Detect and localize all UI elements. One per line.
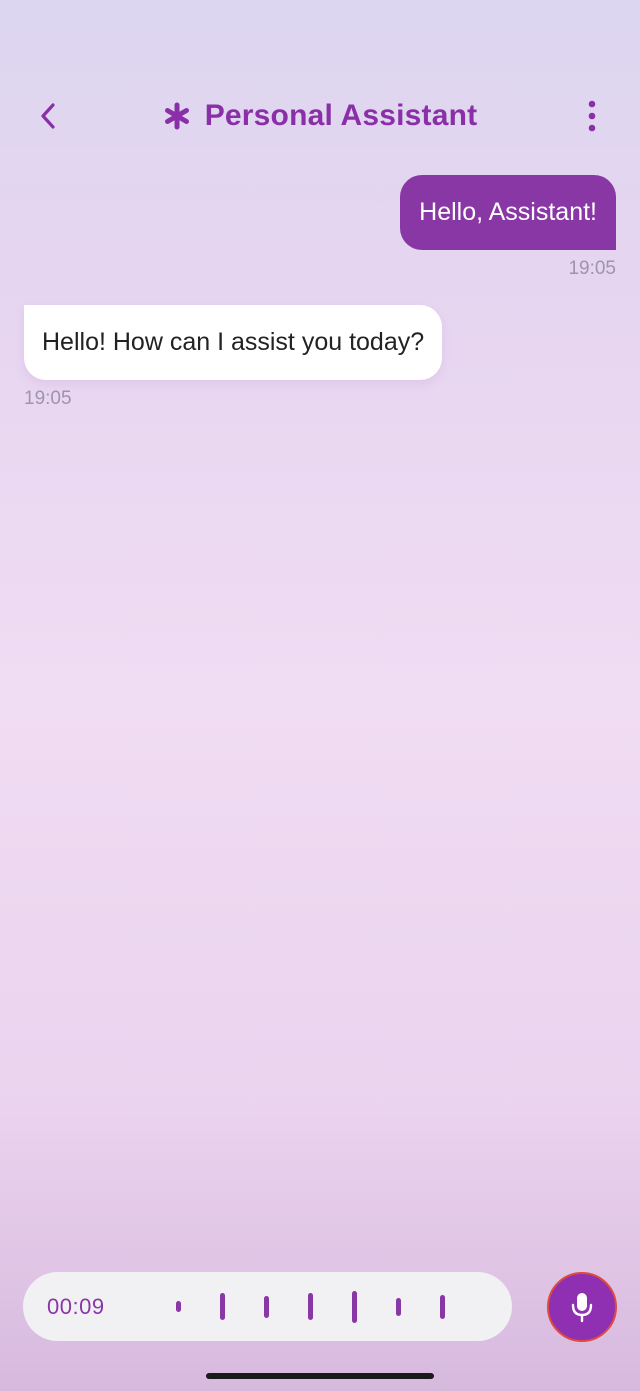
waveform-bar (396, 1297, 401, 1316)
asterisk-icon (163, 102, 191, 130)
home-indicator (206, 1373, 434, 1379)
microphone-button[interactable] (547, 1272, 617, 1342)
assistant-message-bubble: Hello! How can I assist you today? (24, 305, 443, 380)
header-title-group: Personal Assistant (0, 80, 640, 152)
more-options-button[interactable] (572, 96, 612, 136)
page-title: Personal Assistant (204, 99, 478, 132)
waveform-bar (176, 1301, 181, 1312)
more-vertical-icon (588, 100, 596, 132)
message-timestamp: 19:05 (568, 258, 616, 279)
voice-recording-bar: 00:09 (23, 1272, 512, 1341)
message-timestamp: 19:05 (24, 388, 72, 409)
waveform-bar (440, 1294, 445, 1319)
chat-header: Personal Assistant (0, 80, 640, 152)
waveform-bar (264, 1295, 269, 1318)
waveform-bar (220, 1293, 225, 1320)
recording-timer: 00:09 (47, 1294, 105, 1319)
waveform-bar (352, 1290, 357, 1323)
microphone-icon (571, 1293, 593, 1323)
waveform-bar (308, 1293, 313, 1320)
user-message-bubble: Hello, Assistant! (400, 175, 616, 250)
